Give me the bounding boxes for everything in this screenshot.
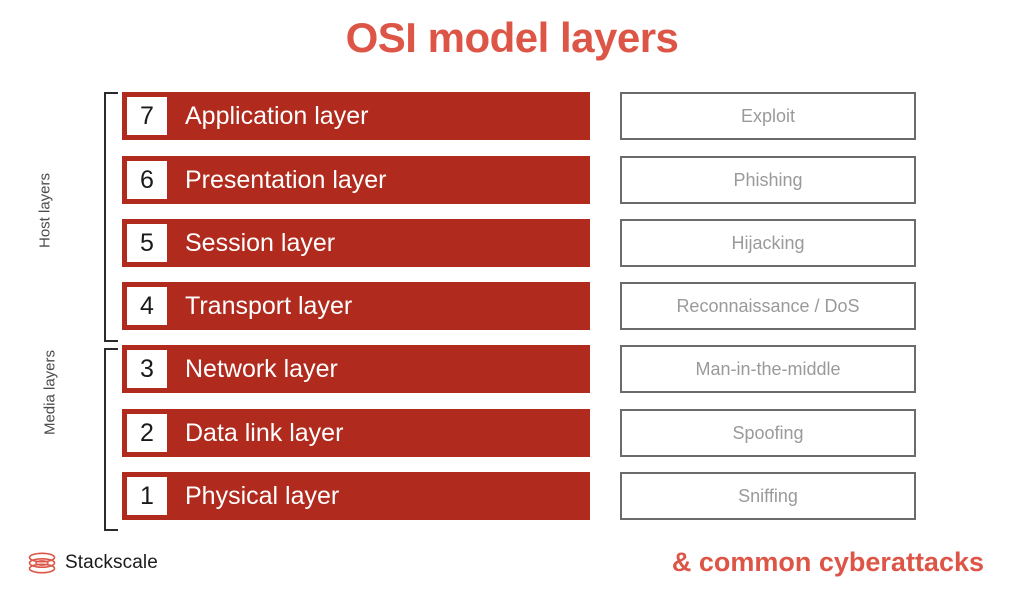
- layer-number: 5: [127, 224, 167, 262]
- layer-row: 5 Session layer Hijacking: [0, 219, 1024, 267]
- attack-label: Man-in-the-middle: [695, 358, 841, 379]
- layer-row: 3 Network layer Man-in-the-middle: [0, 345, 1024, 393]
- layer-name: Presentation layer: [185, 165, 387, 194]
- attack-label: Exploit: [740, 105, 796, 126]
- layer-name: Transport layer: [185, 291, 353, 320]
- layer-number: 2: [127, 414, 167, 452]
- attack-box-2[interactable]: Spoofing: [620, 409, 916, 457]
- layer-name: Physical layer: [185, 481, 340, 510]
- layer-name: Session layer: [185, 228, 336, 257]
- attack-label: Spoofing: [732, 422, 804, 443]
- layer-row: 2 Data link layer Spoofing: [0, 409, 1024, 457]
- layer-bar-7[interactable]: 7 Application layer: [122, 92, 590, 140]
- attack-box-3[interactable]: Man-in-the-middle: [620, 345, 916, 393]
- layer-bar-4[interactable]: 4 Transport layer: [122, 282, 590, 330]
- layer-name: Network layer: [185, 354, 338, 383]
- attack-label: Hijacking: [731, 232, 805, 253]
- layer-number: 1: [127, 477, 167, 515]
- attack-box-4[interactable]: Reconnaissance / DoS: [620, 282, 916, 330]
- attack-label: Reconnaissance / DoS: [676, 295, 860, 316]
- layer-number: 3: [127, 350, 167, 388]
- attack-label: Phishing: [733, 169, 803, 190]
- footer-tagline: & common cyberattacks: [671, 547, 984, 577]
- layer-name: Application layer: [185, 101, 369, 130]
- layer-row: 4 Transport layer Reconnaissance / DoS: [0, 282, 1024, 330]
- attack-box-6[interactable]: Phishing: [620, 156, 916, 204]
- layer-bar-6[interactable]: 6 Presentation layer: [122, 156, 590, 204]
- osi-diagram: Host layers Media layers 7 Application l…: [0, 92, 1024, 532]
- layer-number: 7: [127, 97, 167, 135]
- layer-bar-1[interactable]: 1 Physical layer: [122, 472, 590, 520]
- attack-box-5[interactable]: Hijacking: [620, 219, 916, 267]
- layer-row: 7 Application layer Exploit: [0, 92, 1024, 140]
- stacked-layers-icon: [28, 552, 56, 574]
- layer-number: 6: [127, 161, 167, 199]
- brand-name: Stackscale: [65, 552, 158, 573]
- attack-label: Sniffing: [738, 485, 798, 506]
- layer-number: 4: [127, 287, 167, 325]
- layer-bar-5[interactable]: 5 Session layer: [122, 219, 590, 267]
- layer-bar-3[interactable]: 3 Network layer: [122, 345, 590, 393]
- attack-box-7[interactable]: Exploit: [620, 92, 916, 140]
- layer-row: 1 Physical layer Sniffing: [0, 472, 1024, 520]
- page-title: OSI model layers: [345, 14, 679, 61]
- host-layers-label: Host layers: [36, 172, 54, 249]
- layer-row: 6 Presentation layer Phishing: [0, 156, 1024, 204]
- layer-bar-2[interactable]: 2 Data link layer: [122, 409, 590, 457]
- layer-name: Data link layer: [185, 418, 344, 447]
- attack-box-1[interactable]: Sniffing: [620, 472, 916, 520]
- stackscale-logo[interactable]: Stackscale: [28, 552, 158, 574]
